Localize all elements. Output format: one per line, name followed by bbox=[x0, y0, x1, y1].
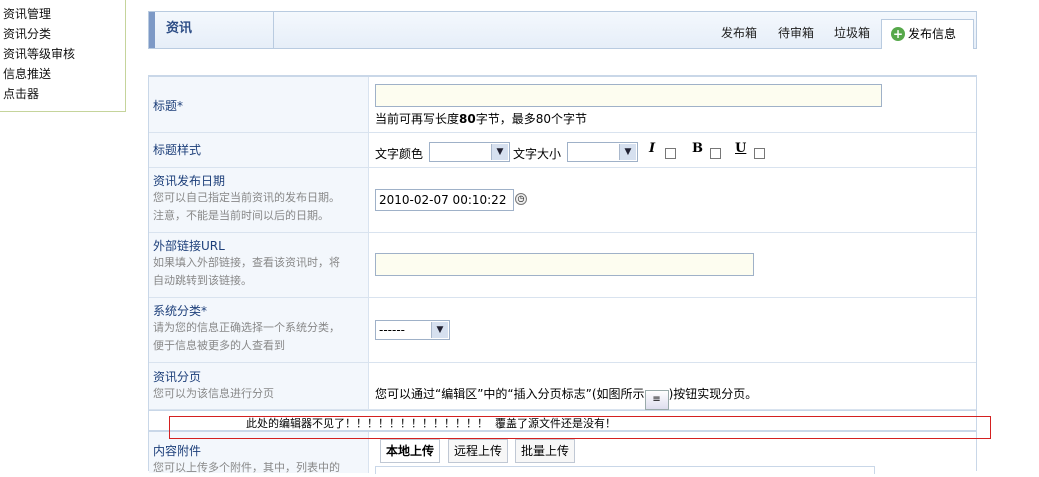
sidebar-item-clicker[interactable]: 点击器 bbox=[0, 84, 125, 104]
news-paging-text: 您可以通过“编辑区”中的“插入分页标志”(如图所示 ≡)按钮实现分页。 bbox=[375, 385, 757, 410]
news-paging-row: 资讯分页 您可以为该信息进行分页 您可以通过“编辑区”中的“插入分页标志”(如图… bbox=[149, 363, 976, 410]
system-category-label: 系统分类* bbox=[153, 304, 208, 318]
title-input[interactable] bbox=[375, 84, 882, 107]
title-length-hint: 当前可再写长度80字节，最多80个字节 bbox=[375, 110, 587, 127]
publish-date-row: 资讯发布日期 您可以自己指定当前资讯的发布日期。 注意，不能是当前时间以后的日期… bbox=[149, 168, 976, 233]
tab-publish-info-label: 发布信息 bbox=[908, 27, 957, 41]
system-category-select[interactable]: ------ ▼ bbox=[375, 320, 450, 340]
news-paging-text-before: 您可以通过“编辑区”中的“插入分页标志”(如图所示 bbox=[375, 387, 645, 401]
system-category-value: ------ bbox=[379, 323, 405, 337]
title-label-cell: 标题* bbox=[149, 77, 369, 132]
chevron-down-icon: ▼ bbox=[619, 144, 636, 160]
publish-date-desc-2: 注意，不能是当前时间以后的日期。 bbox=[153, 209, 329, 222]
tab-pending[interactable]: 待审箱 bbox=[778, 24, 814, 41]
sidebar-item-news-category[interactable]: 资讯分类 bbox=[0, 24, 125, 44]
batch-upload-button[interactable]: 批量上传 bbox=[515, 439, 576, 463]
news-paging-text-after: )按钮实现分页。 bbox=[668, 387, 758, 401]
sidebar-item-news-level-review[interactable]: 资讯等级审核 bbox=[0, 44, 125, 64]
insert-page-break-icon: ≡ bbox=[644, 390, 669, 410]
text-color-label: 文字颜色 bbox=[375, 147, 424, 161]
underline-checkbox[interactable] bbox=[754, 148, 765, 159]
news-paging-label: 资讯分页 bbox=[153, 370, 202, 384]
external-url-input[interactable] bbox=[375, 253, 754, 276]
title-style-label-cell: 标题样式 bbox=[149, 133, 369, 167]
local-upload-button[interactable]: 本地上传 bbox=[380, 439, 441, 463]
sidebar: 资讯管理 资讯分类 资讯等级审核 信息推送 点击器 bbox=[0, 0, 126, 112]
publish-form: 标题* 当前可再写长度80字节，最多80个字节 标题样式 文字颜色 ▼ 文字大小… bbox=[148, 75, 977, 474]
text-size-select[interactable]: ▼ bbox=[567, 142, 638, 162]
external-url-desc-2: 自动跳转到该链接。 bbox=[153, 274, 252, 287]
text-color-select[interactable]: ▼ bbox=[429, 142, 510, 162]
remote-upload-button[interactable]: 远程上传 bbox=[448, 439, 509, 463]
header-accent bbox=[149, 12, 155, 48]
news-paging-value-cell: 您可以通过“编辑区”中的“插入分页标志”(如图所示 ≡)按钮实现分页。 bbox=[375, 363, 976, 410]
system-category-label-cell: 系统分类* 请为您的信息正确选择一个系统分类， 便于信息被更多的人查看到 bbox=[149, 298, 369, 362]
news-paging-desc: 您可以为该信息进行分页 bbox=[153, 387, 274, 400]
upload-panel bbox=[375, 466, 875, 474]
title-style-row: 标题样式 文字颜色 ▼ 文字大小 ▼ I B U bbox=[149, 133, 976, 168]
system-category-desc-2: 便于信息被更多的人查看到 bbox=[153, 339, 285, 352]
publish-date-value-cell: 2010-02-07 00:10:22 ◷ bbox=[375, 168, 976, 232]
divider bbox=[273, 12, 274, 48]
title-hint-prefix: 当前可再写长度 bbox=[375, 112, 460, 126]
italic-icon: I bbox=[649, 141, 656, 156]
title-label: 标题* bbox=[153, 99, 184, 113]
title-value-cell: 当前可再写长度80字节，最多80个字节 bbox=[375, 77, 976, 132]
system-category-row: 系统分类* 请为您的信息正确选择一个系统分类， 便于信息被更多的人查看到 ---… bbox=[149, 298, 976, 363]
external-url-desc-1: 如果填入外部链接，查看该资讯时，将 bbox=[153, 256, 340, 269]
publish-date-input[interactable]: 2010-02-07 00:10:22 bbox=[375, 189, 514, 211]
header-tabbar: 资讯 发布箱 待审箱 垃圾箱 + 发布信息 bbox=[148, 11, 977, 49]
chevron-down-icon: ▼ bbox=[431, 322, 448, 338]
external-url-value-cell bbox=[375, 233, 976, 297]
underline-icon: U bbox=[735, 141, 747, 156]
sidebar-item-news-management[interactable]: 资讯管理 bbox=[0, 4, 125, 24]
tab-publish-info[interactable]: + 发布信息 bbox=[881, 19, 974, 49]
sidebar-item-info-push[interactable]: 信息推送 bbox=[0, 64, 125, 84]
highlight-box bbox=[169, 416, 991, 439]
attachments-desc: 您可以上传多个附件，其中，列表中的 bbox=[153, 461, 340, 474]
system-category-value-cell: ------ ▼ bbox=[375, 298, 976, 362]
publish-date-desc-1: 您可以自己指定当前资讯的发布日期。 bbox=[153, 191, 340, 204]
title-hint-number: 80 bbox=[459, 112, 476, 126]
title-style-value-cell: 文字颜色 ▼ 文字大小 ▼ I B U bbox=[375, 133, 976, 167]
publish-date-label-cell: 资讯发布日期 您可以自己指定当前资讯的发布日期。 注意，不能是当前时间以后的日期… bbox=[149, 168, 369, 232]
title-row: 标题* 当前可再写长度80字节，最多80个字节 bbox=[149, 77, 976, 133]
clock-icon[interactable]: ◷ bbox=[515, 193, 527, 205]
external-url-row: 外部链接URL 如果填入外部链接，查看该资讯时，将 自动跳转到该链接。 bbox=[149, 233, 976, 298]
title-style-label: 标题样式 bbox=[153, 143, 202, 157]
title-hint-suffix: 字节，最多80个字节 bbox=[475, 112, 587, 126]
system-category-desc-1: 请为您的信息正确选择一个系统分类， bbox=[153, 321, 340, 334]
external-url-label: 外部链接URL bbox=[153, 239, 225, 253]
chevron-down-icon: ▼ bbox=[491, 144, 508, 160]
news-paging-label-cell: 资讯分页 您可以为该信息进行分页 bbox=[149, 363, 369, 409]
tab-trash[interactable]: 垃圾箱 bbox=[834, 24, 870, 41]
bold-checkbox[interactable] bbox=[710, 148, 721, 159]
bold-icon: B bbox=[692, 141, 703, 156]
publish-date-label: 资讯发布日期 bbox=[153, 174, 226, 188]
page-title: 资讯 bbox=[166, 21, 193, 36]
attachments-label: 内容附件 bbox=[153, 444, 202, 458]
text-size-label: 文字大小 bbox=[513, 147, 562, 161]
external-url-label-cell: 外部链接URL 如果填入外部链接，查看该资讯时，将 自动跳转到该链接。 bbox=[149, 233, 369, 297]
plus-circle-icon: + bbox=[891, 27, 905, 41]
tab-outbox[interactable]: 发布箱 bbox=[721, 24, 757, 41]
italic-checkbox[interactable] bbox=[665, 148, 676, 159]
